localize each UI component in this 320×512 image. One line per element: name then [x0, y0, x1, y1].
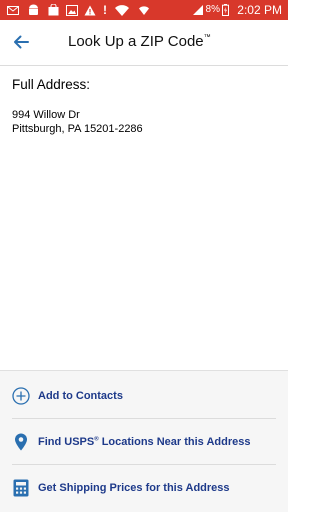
image-icon — [65, 0, 79, 20]
wifi-icon — [114, 0, 130, 20]
shipping-prices-button[interactable]: Get Shipping Prices for this Address — [0, 465, 288, 511]
trademark-mark: ™ — [203, 34, 211, 41]
find-locations-prefix: Find USPS — [38, 436, 95, 448]
find-locations-label: Find USPS® Locations Near this Address — [38, 436, 250, 448]
mail-icon — [6, 0, 20, 20]
find-locations-suffix: Locations Near this Address — [98, 436, 251, 448]
page-title: Look Up a ZIP Code™ — [68, 33, 211, 50]
address-block: 994 Willow Dr Pittsburgh, PA 15201-2286 — [12, 108, 276, 136]
status-bar: ! 8% 2:02 PM — [0, 0, 288, 20]
back-arrow-icon — [14, 35, 29, 49]
battery-percent: 8% — [205, 4, 220, 15]
exclamation-icon: ! — [103, 3, 107, 17]
address-line-1: 994 Willow Dr — [12, 109, 80, 121]
shipping-prices-label: Get Shipping Prices for this Address — [38, 482, 230, 494]
address-actions: Add to Contacts Find USPS® Locations Nea… — [0, 370, 288, 512]
bag-icon — [46, 0, 60, 20]
address-line-2: Pittsburgh, PA 15201-2286 — [12, 123, 143, 135]
page-title-text: Look Up a ZIP Code — [68, 33, 204, 50]
clock: 2:02 PM — [237, 3, 282, 17]
battery-charging-icon — [221, 0, 230, 20]
warning-icon — [83, 0, 97, 20]
location-pin-icon — [12, 433, 30, 451]
find-locations-button[interactable]: Find USPS® Locations Near this Address — [0, 419, 288, 465]
add-to-contacts-label: Add to Contacts — [38, 390, 123, 402]
app-bar: Look Up a ZIP Code™ — [0, 20, 288, 66]
address-result: Full Address: 994 Willow Dr Pittsburgh, … — [12, 76, 276, 136]
calculator-icon — [12, 479, 30, 497]
add-circle-icon — [12, 387, 30, 405]
wifi-icon-small — [138, 0, 150, 20]
signal-icon — [192, 0, 204, 20]
back-button[interactable] — [8, 29, 34, 55]
add-to-contacts-button[interactable]: Add to Contacts — [0, 373, 288, 419]
full-address-heading: Full Address: — [12, 77, 91, 92]
android-icon — [26, 0, 40, 20]
